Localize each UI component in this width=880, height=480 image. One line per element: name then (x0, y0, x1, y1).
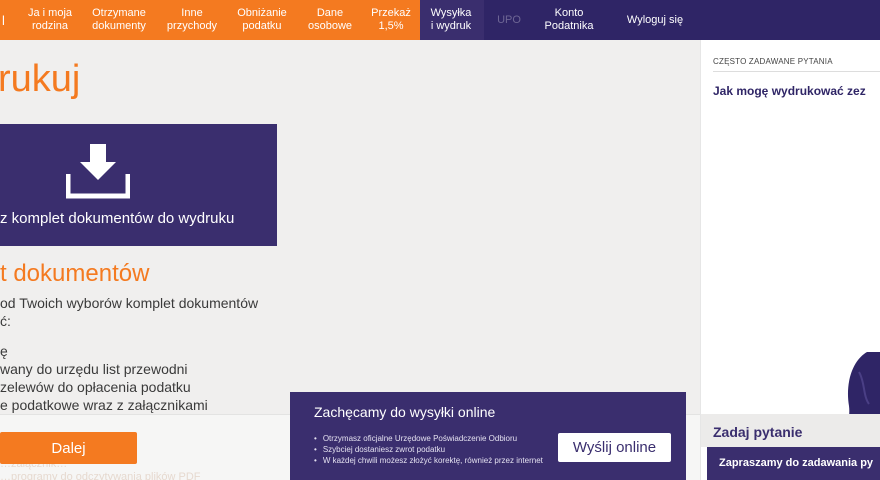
faq-sidebar: CZĘSTO ZADAWANE PYTANIA Jak mogę wydruko… (700, 40, 880, 480)
promo-benefit: W każdej chwili możesz złożyć korektę, r… (314, 455, 543, 466)
nav-item-donate[interactable]: Przekaż 1,5% (366, 0, 416, 40)
document-list-item: e podatkowe wraz z załącznikami (0, 397, 208, 413)
intro-text-line: ć: (0, 313, 11, 329)
promo-benefit: Otrzymasz oficjalne Urzędowe Poświadczen… (314, 433, 543, 444)
nav-item-family[interactable]: Ja i moja rodzina (22, 0, 78, 40)
promo-benefits-list: Otrzymasz oficjalne Urzędowe Poświadczen… (314, 433, 543, 466)
nav-item-other-income[interactable]: Inne przychody (160, 0, 224, 40)
download-documents-button[interactable] (0, 124, 277, 246)
ask-question-title: Zadaj pytanie (713, 424, 803, 440)
nav-item-received-documents[interactable]: Otrzymane dokumenty (86, 0, 152, 40)
next-button[interactable]: Dalej (0, 432, 137, 464)
nav-item-tax-reduction[interactable]: Obniżanie podatku (232, 0, 292, 40)
send-online-promo: Zachęcamy do wysyłki online Otrzymasz of… (290, 392, 686, 480)
faq-divider (713, 71, 880, 72)
section-title: t dokumentów (0, 260, 150, 287)
faded-note: …programy do odczytywania plików PDF (0, 471, 201, 480)
promo-benefit: Szybciej dostaniesz zwrot podatku (314, 444, 543, 455)
nav-item-send-print[interactable]: Wysyłka i wydruk (422, 0, 480, 40)
faq-question-link[interactable]: Jak mogę wydrukować zez (713, 84, 866, 98)
ask-question-text: Zapraszamy do zadawania py (719, 457, 874, 469)
nav-item-logout[interactable]: Wyloguj się (616, 0, 694, 40)
ask-question-banner[interactable]: Zapraszamy do zadawania py (707, 447, 880, 480)
top-navigation: l Ja i moja rodzina Otrzymane dokumenty … (0, 0, 880, 40)
download-documents-label: z komplet dokumentów do wydruku (0, 210, 235, 227)
faq-section-label: CZĘSTO ZADAWANE PYTANIA (713, 57, 833, 66)
nav-item-personal-data[interactable]: Dane osobowe (300, 0, 360, 40)
nav-item-upo[interactable]: UPO (494, 0, 524, 40)
send-online-button[interactable]: Wyślij online (558, 433, 671, 462)
ask-question-header[interactable]: Zadaj pytanie (701, 414, 880, 447)
download-tray-icon (66, 144, 130, 199)
nav-item-taxpayer-account[interactable]: Konto Podatnika (536, 0, 602, 40)
document-list-item: zelewów do opłacenia podatku (0, 379, 191, 395)
document-list-item: ę (0, 343, 8, 359)
promo-title: Zachęcamy do wysyłki online (314, 404, 496, 420)
page-title: rukuj (0, 58, 81, 100)
intro-text-line: od Twoich wyborów komplet dokumentów (0, 295, 259, 311)
document-list-item: wany do urzędu list przewodni (0, 361, 188, 377)
nav-logo-fragment[interactable]: l (0, 0, 14, 40)
